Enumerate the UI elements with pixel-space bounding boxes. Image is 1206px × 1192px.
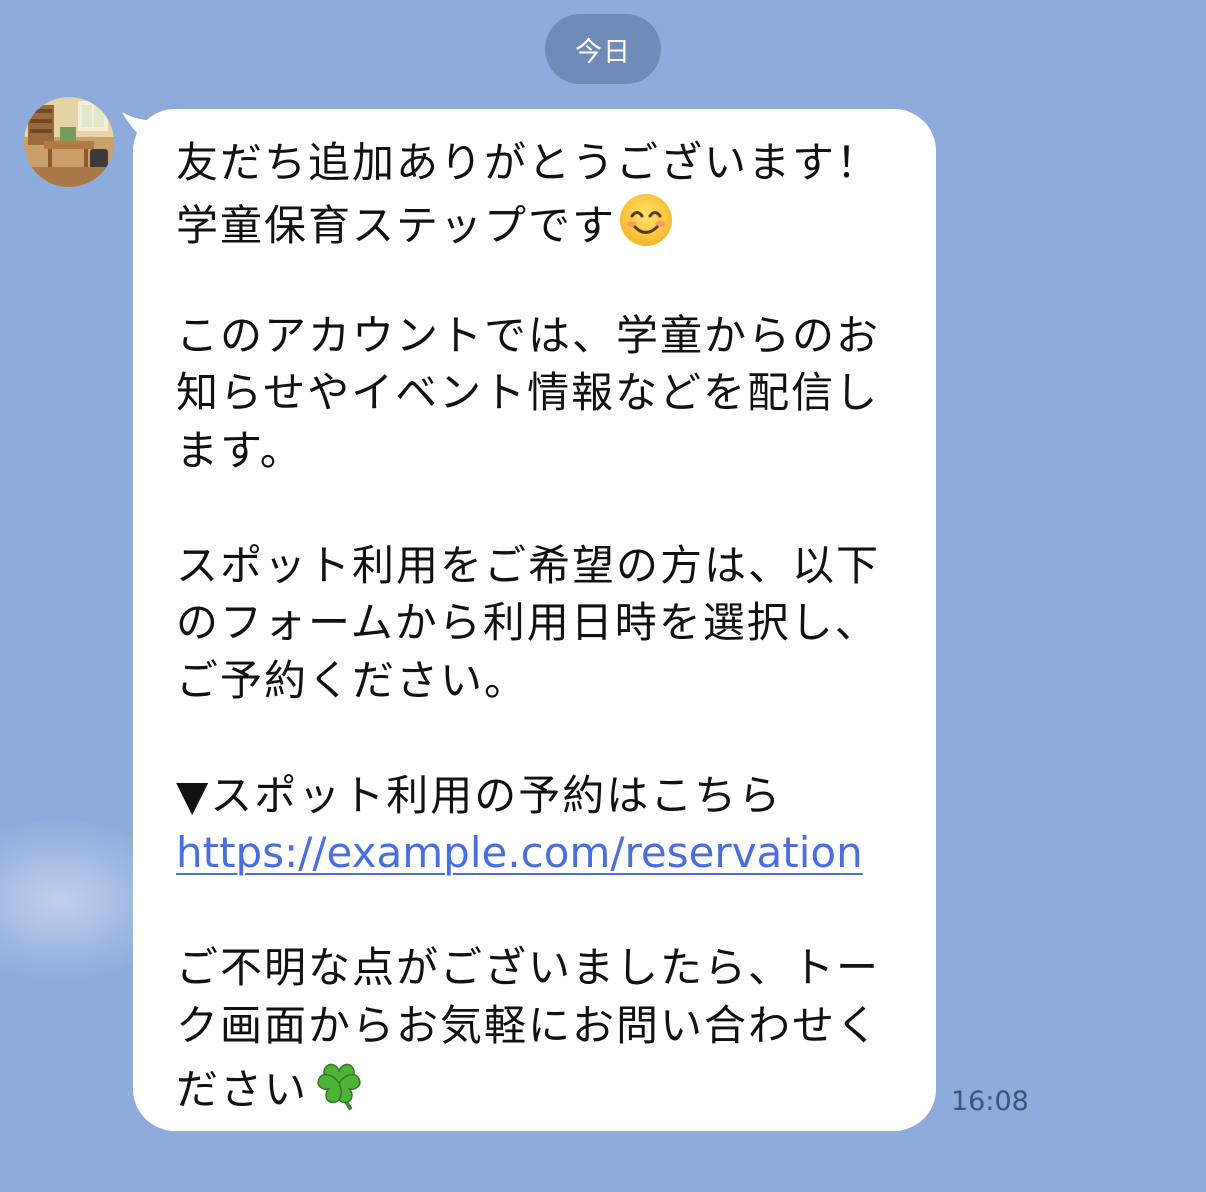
message-text: 友だち追加ありがとうございます！ 学童保育ステップです このアカウントでは、学童… xyxy=(176,134,916,1114)
reservation-link[interactable]: https://example.com/reservation xyxy=(176,828,863,877)
message-line: このアカウントでは、学童からのお xyxy=(176,310,881,360)
date-separator: 今日 xyxy=(545,14,661,84)
message-line: ご予約ください。 xyxy=(176,655,529,705)
message-line: スポット利用をご希望の方は、以下 xyxy=(176,540,881,590)
smiling-face-icon xyxy=(620,193,673,246)
message-line: 学童保育ステップです xyxy=(176,192,916,250)
message-line: ださい xyxy=(176,1054,916,1114)
message-line: 知らせやイベント情報などを配信し xyxy=(176,368,880,417)
message-line: 友だち追加ありがとうございます！ xyxy=(176,138,881,187)
message-line: ク画面からお気軽にお問い合わせく xyxy=(176,1000,881,1050)
avatar[interactable] xyxy=(24,97,114,187)
message-line: のフォームから利用日時を選択し、 xyxy=(176,598,879,647)
message-line: ます。 xyxy=(176,425,304,475)
avatar-image xyxy=(24,97,114,187)
message-line: ご不明な点がございましたら、トー xyxy=(176,943,881,992)
message-timestamp: 16:08 xyxy=(951,1086,1029,1117)
message-line: ▼スポット利用の予約はこちら xyxy=(176,770,783,820)
clover-icon xyxy=(317,1063,361,1110)
